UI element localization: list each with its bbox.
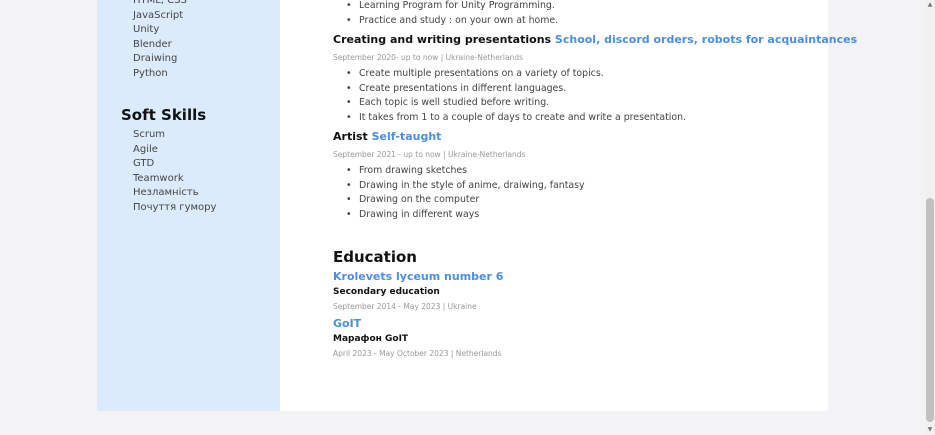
degree: Марафон GoIT — [333, 334, 409, 344]
list-item: Each topic is well studied before writin… — [346, 96, 686, 111]
job-meta: September 2020- up to now | Ukraine-Neth… — [333, 53, 523, 62]
job-title-accent: School, discord orders, robots for acqua… — [554, 33, 858, 46]
list-item: JavaScript — [133, 9, 184, 21]
list-item: Practice and study : on your own at home… — [346, 14, 558, 29]
job-title-accent: Self-taught — [371, 130, 442, 143]
soft-skills-list: Scrum Agile GTD Teamwork Незламність Поч… — [133, 128, 216, 216]
list-item: Drawing in different ways — [346, 208, 585, 223]
job-title: Artist Self-taught — [333, 130, 441, 143]
job-title-text: Creating and writing presentations — [333, 33, 552, 46]
list-item: Draiwing — [133, 53, 178, 65]
top-bullets: Learning Program for Unity Programming. … — [346, 0, 558, 28]
triangle-up-icon[interactable]: ▲ — [926, 1, 934, 9]
tech-skills-list: HTML, CSS JavaScript Unity Blender Draiw… — [133, 0, 187, 82]
list-item: It takes from 1 to a couple of days to c… — [346, 111, 686, 126]
school-name: Krolevets lyceum number 6 — [333, 270, 504, 283]
list-item: HTML, CSS — [133, 0, 187, 6]
scrollbar-track[interactable]: ▲ ▼ — [925, 0, 935, 435]
list-item: Agile — [133, 143, 158, 155]
list-item: Drawing on the computer — [346, 193, 585, 208]
list-item: Scrum — [133, 129, 166, 140]
list-item: GTD — [133, 158, 155, 170]
school-name: GoIT — [333, 317, 362, 330]
list-item: Почуття гумору — [133, 201, 217, 213]
main-content: Learning Program for Unity Programming. … — [280, 0, 857, 411]
job-bullets: Create multiple presentations on a varie… — [346, 67, 686, 125]
education-title: Education — [333, 248, 417, 266]
job-title: Creating and writing presentations Schoo… — [333, 33, 857, 46]
list-item: Blender — [133, 38, 172, 50]
soft-skills-title: Soft Skills — [121, 106, 207, 124]
job-title-text: Artist — [333, 130, 368, 143]
resume-page: HTML, CSS JavaScript Unity Blender Draiw… — [97, 0, 857, 411]
list-item: From drawing sketches — [346, 164, 585, 179]
list-item: Teamwork — [133, 172, 184, 184]
list-item: Learning Program for Unity Programming. — [346, 0, 558, 14]
job-bullets: From drawing sketches Drawing in the sty… — [346, 164, 585, 222]
scrollbar-thumb[interactable] — [926, 198, 934, 422]
sidebar: HTML, CSS JavaScript Unity Blender Draiw… — [97, 0, 280, 411]
list-item: Drawing in the style of anime, draiwing,… — [346, 179, 585, 194]
list-item: Create multiple presentations on a varie… — [346, 67, 686, 82]
list-item: Python — [133, 67, 168, 79]
list-item: Create presentations in different langua… — [346, 82, 686, 97]
job-meta: September 2021 - up to now | Ukraine-Net… — [333, 150, 526, 159]
education-meta: April 2023 - May October 2023 | Netherla… — [333, 349, 502, 358]
list-item: Unity — [133, 24, 160, 36]
degree: Secondary education — [333, 287, 440, 297]
list-item: Незламність — [133, 187, 199, 199]
education-meta: September 2014 - May 2023 | Ukraine — [333, 302, 477, 311]
triangle-down-icon[interactable]: ▼ — [926, 426, 934, 434]
